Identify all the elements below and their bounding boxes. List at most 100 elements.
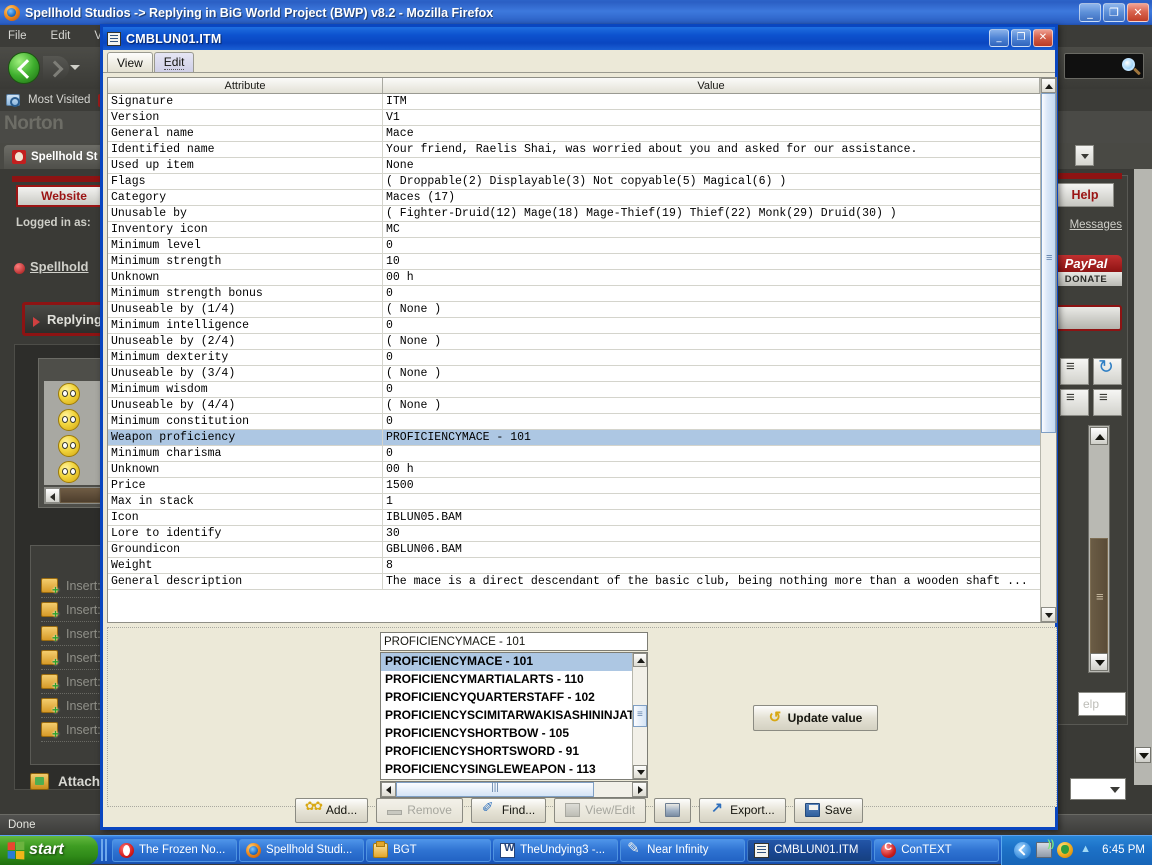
table-row[interactable]: Unknown00 h: [108, 462, 1040, 478]
history-dropdown-icon[interactable]: [70, 65, 80, 70]
list-item[interactable]: PROFICIENCYSINGLEWEAPON - 113: [381, 761, 632, 779]
show-hidden-icons-icon[interactable]: [1014, 842, 1031, 859]
sidebar-dropdown[interactable]: [1070, 778, 1126, 800]
proficiency-combo-input[interactable]: PROFICIENCYMACE - 101: [380, 632, 648, 651]
help-text-field[interactable]: elp: [1078, 692, 1126, 716]
table-row[interactable]: General nameMace: [108, 126, 1040, 142]
wireless-icon[interactable]: [1078, 842, 1094, 858]
table-row[interactable]: Minimum intelligence0: [108, 318, 1040, 334]
table-row[interactable]: Minimum wisdom0: [108, 382, 1040, 398]
taskbar-button[interactable]: ConTEXT: [874, 839, 999, 862]
table-row[interactable]: Unusable by( Fighter-Druid(12) Mage(18) …: [108, 206, 1040, 222]
scroll-left-icon[interactable]: [45, 488, 60, 503]
browser-minimize-button[interactable]: _: [1079, 3, 1101, 22]
scroll-down-icon[interactable]: [1090, 653, 1108, 671]
table-row[interactable]: SignatureITM: [108, 94, 1040, 110]
scroll-down-icon[interactable]: [633, 765, 647, 779]
table-row[interactable]: Inventory iconMC: [108, 222, 1040, 238]
search-input[interactable]: [1064, 53, 1144, 79]
menu-file[interactable]: File: [8, 30, 27, 42]
list-icon[interactable]: [1060, 358, 1089, 385]
table-row[interactable]: Weight8: [108, 558, 1040, 574]
taskbar-grip[interactable]: [101, 839, 109, 861]
spellhold-breadcrumb-link[interactable]: Spellhold: [30, 259, 89, 274]
smiley-icon[interactable]: [58, 409, 80, 431]
table-row[interactable]: CategoryMaces (17): [108, 190, 1040, 206]
table-row[interactable]: Unuseable by (1/4)( None ): [108, 302, 1040, 318]
refresh-icon[interactable]: [1093, 358, 1122, 385]
tab-edit[interactable]: Edit: [154, 52, 195, 72]
scroll-down-icon[interactable]: [1041, 607, 1056, 622]
list-item[interactable]: PROFICIENCYQUARTERSTAFF - 102: [381, 689, 632, 707]
table-row[interactable]: General descriptionThe mace is a direct …: [108, 574, 1040, 590]
export-button[interactable]: Export...: [699, 798, 786, 823]
network-icon[interactable]: [1036, 842, 1052, 858]
bookmark-most-visited[interactable]: Most Visited: [28, 94, 90, 106]
scrollbar-thumb[interactable]: [1041, 93, 1056, 433]
clock[interactable]: 6:45 PM: [1102, 844, 1145, 856]
add-button[interactable]: Add...: [295, 798, 368, 823]
table-row[interactable]: Max in stack1: [108, 494, 1040, 510]
taskbar-button[interactable]: Near Infinity: [620, 839, 745, 862]
table-row[interactable]: Weapon proficiencyPROFICIENCYMACE - 101: [108, 430, 1040, 446]
list-item[interactable]: PROFICIENCYSHORTBOW - 105: [381, 725, 632, 743]
save-button[interactable]: Save: [794, 798, 863, 823]
table-row[interactable]: Unuseable by (4/4)( None ): [108, 398, 1040, 414]
scrollbar-thumb[interactable]: [1090, 538, 1108, 664]
start-button[interactable]: start: [0, 836, 98, 865]
table-row[interactable]: Identified nameYour friend, Raelis Shai,…: [108, 142, 1040, 158]
table-vertical-scrollbar[interactable]: [1040, 78, 1056, 622]
listbox-vertical-scrollbar[interactable]: [632, 653, 647, 779]
table-row[interactable]: Unuseable by (3/4)( None ): [108, 366, 1040, 382]
list-item[interactable]: PROFICIENCYMARTIALARTS - 110: [381, 671, 632, 689]
dialog-minimize-button[interactable]: _: [989, 29, 1009, 47]
table-row[interactable]: Price1500: [108, 478, 1040, 494]
table-row[interactable]: Minimum dexterity0: [108, 350, 1040, 366]
back-icon[interactable]: [8, 52, 40, 84]
table-row[interactable]: Unknown00 h: [108, 270, 1040, 286]
browser-restore-button[interactable]: ❐: [1103, 3, 1125, 22]
browser-close-button[interactable]: ✕: [1127, 3, 1149, 22]
table-row[interactable]: GroundiconGBLUN06.BAM: [108, 542, 1040, 558]
column-header-attribute[interactable]: Attribute: [108, 78, 383, 93]
messages-link[interactable]: Messages: [1070, 219, 1122, 231]
smiley-icon[interactable]: [58, 461, 80, 483]
column-header-value[interactable]: Value: [383, 78, 1040, 93]
security-shield-icon[interactable]: [1057, 842, 1073, 858]
table-row[interactable]: Minimum level0: [108, 238, 1040, 254]
taskbar-button[interactable]: BGT: [366, 839, 491, 862]
table-row[interactable]: IconIBLUN05.BAM: [108, 510, 1040, 526]
dialog-close-button[interactable]: ✕: [1033, 29, 1053, 47]
dialog-title-bar[interactable]: CMBLUN01.ITM _ ❐ ✕: [103, 27, 1055, 50]
help-button[interactable]: Help: [1056, 183, 1114, 207]
scroll-down-icon[interactable]: [1135, 747, 1151, 763]
scrollbar-thumb[interactable]: [633, 705, 647, 727]
table-row[interactable]: Minimum charisma0: [108, 446, 1040, 462]
table-row[interactable]: Minimum constitution0: [108, 414, 1040, 430]
table-row[interactable]: Minimum strength10: [108, 254, 1040, 270]
forward-icon[interactable]: [43, 56, 69, 80]
smiley-icon[interactable]: [58, 435, 80, 457]
taskbar-button[interactable]: TheUndying3 -...: [493, 839, 618, 862]
table-row[interactable]: Flags( Droppable(2) Displayable(3) Not c…: [108, 174, 1040, 190]
print-button[interactable]: [654, 798, 691, 823]
donate-button[interactable]: DONATE: [1050, 272, 1122, 286]
scroll-up-icon[interactable]: [1090, 427, 1108, 445]
list-item[interactable]: PROFICIENCYSCIMITARWAKISASHININJATO: [381, 707, 632, 725]
website-button[interactable]: Website: [16, 185, 112, 207]
sidebar-vertical-scrollbar[interactable]: [1088, 425, 1110, 673]
scroll-up-icon[interactable]: [633, 653, 647, 667]
attach-row[interactable]: Attach: [30, 773, 100, 790]
list-icon[interactable]: [1060, 389, 1089, 416]
find-button[interactable]: Find...: [471, 798, 546, 823]
table-row[interactable]: Lore to identify30: [108, 526, 1040, 542]
tab-list-dropdown-icon[interactable]: [1075, 145, 1094, 166]
table-row[interactable]: Used up itemNone: [108, 158, 1040, 174]
scroll-up-icon[interactable]: [1041, 78, 1056, 93]
taskbar-button[interactable]: Spellhold Studi...: [239, 839, 364, 862]
table-row[interactable]: Unuseable by (2/4)( None ): [108, 334, 1040, 350]
browser-tab-spellhold[interactable]: Spellhold St: [4, 145, 105, 169]
proficiency-listbox[interactable]: PROFICIENCYMACE - 101PROFICIENCYMARTIALA…: [380, 652, 648, 780]
menu-edit[interactable]: Edit: [51, 30, 71, 42]
table-row[interactable]: Minimum strength bonus0: [108, 286, 1040, 302]
